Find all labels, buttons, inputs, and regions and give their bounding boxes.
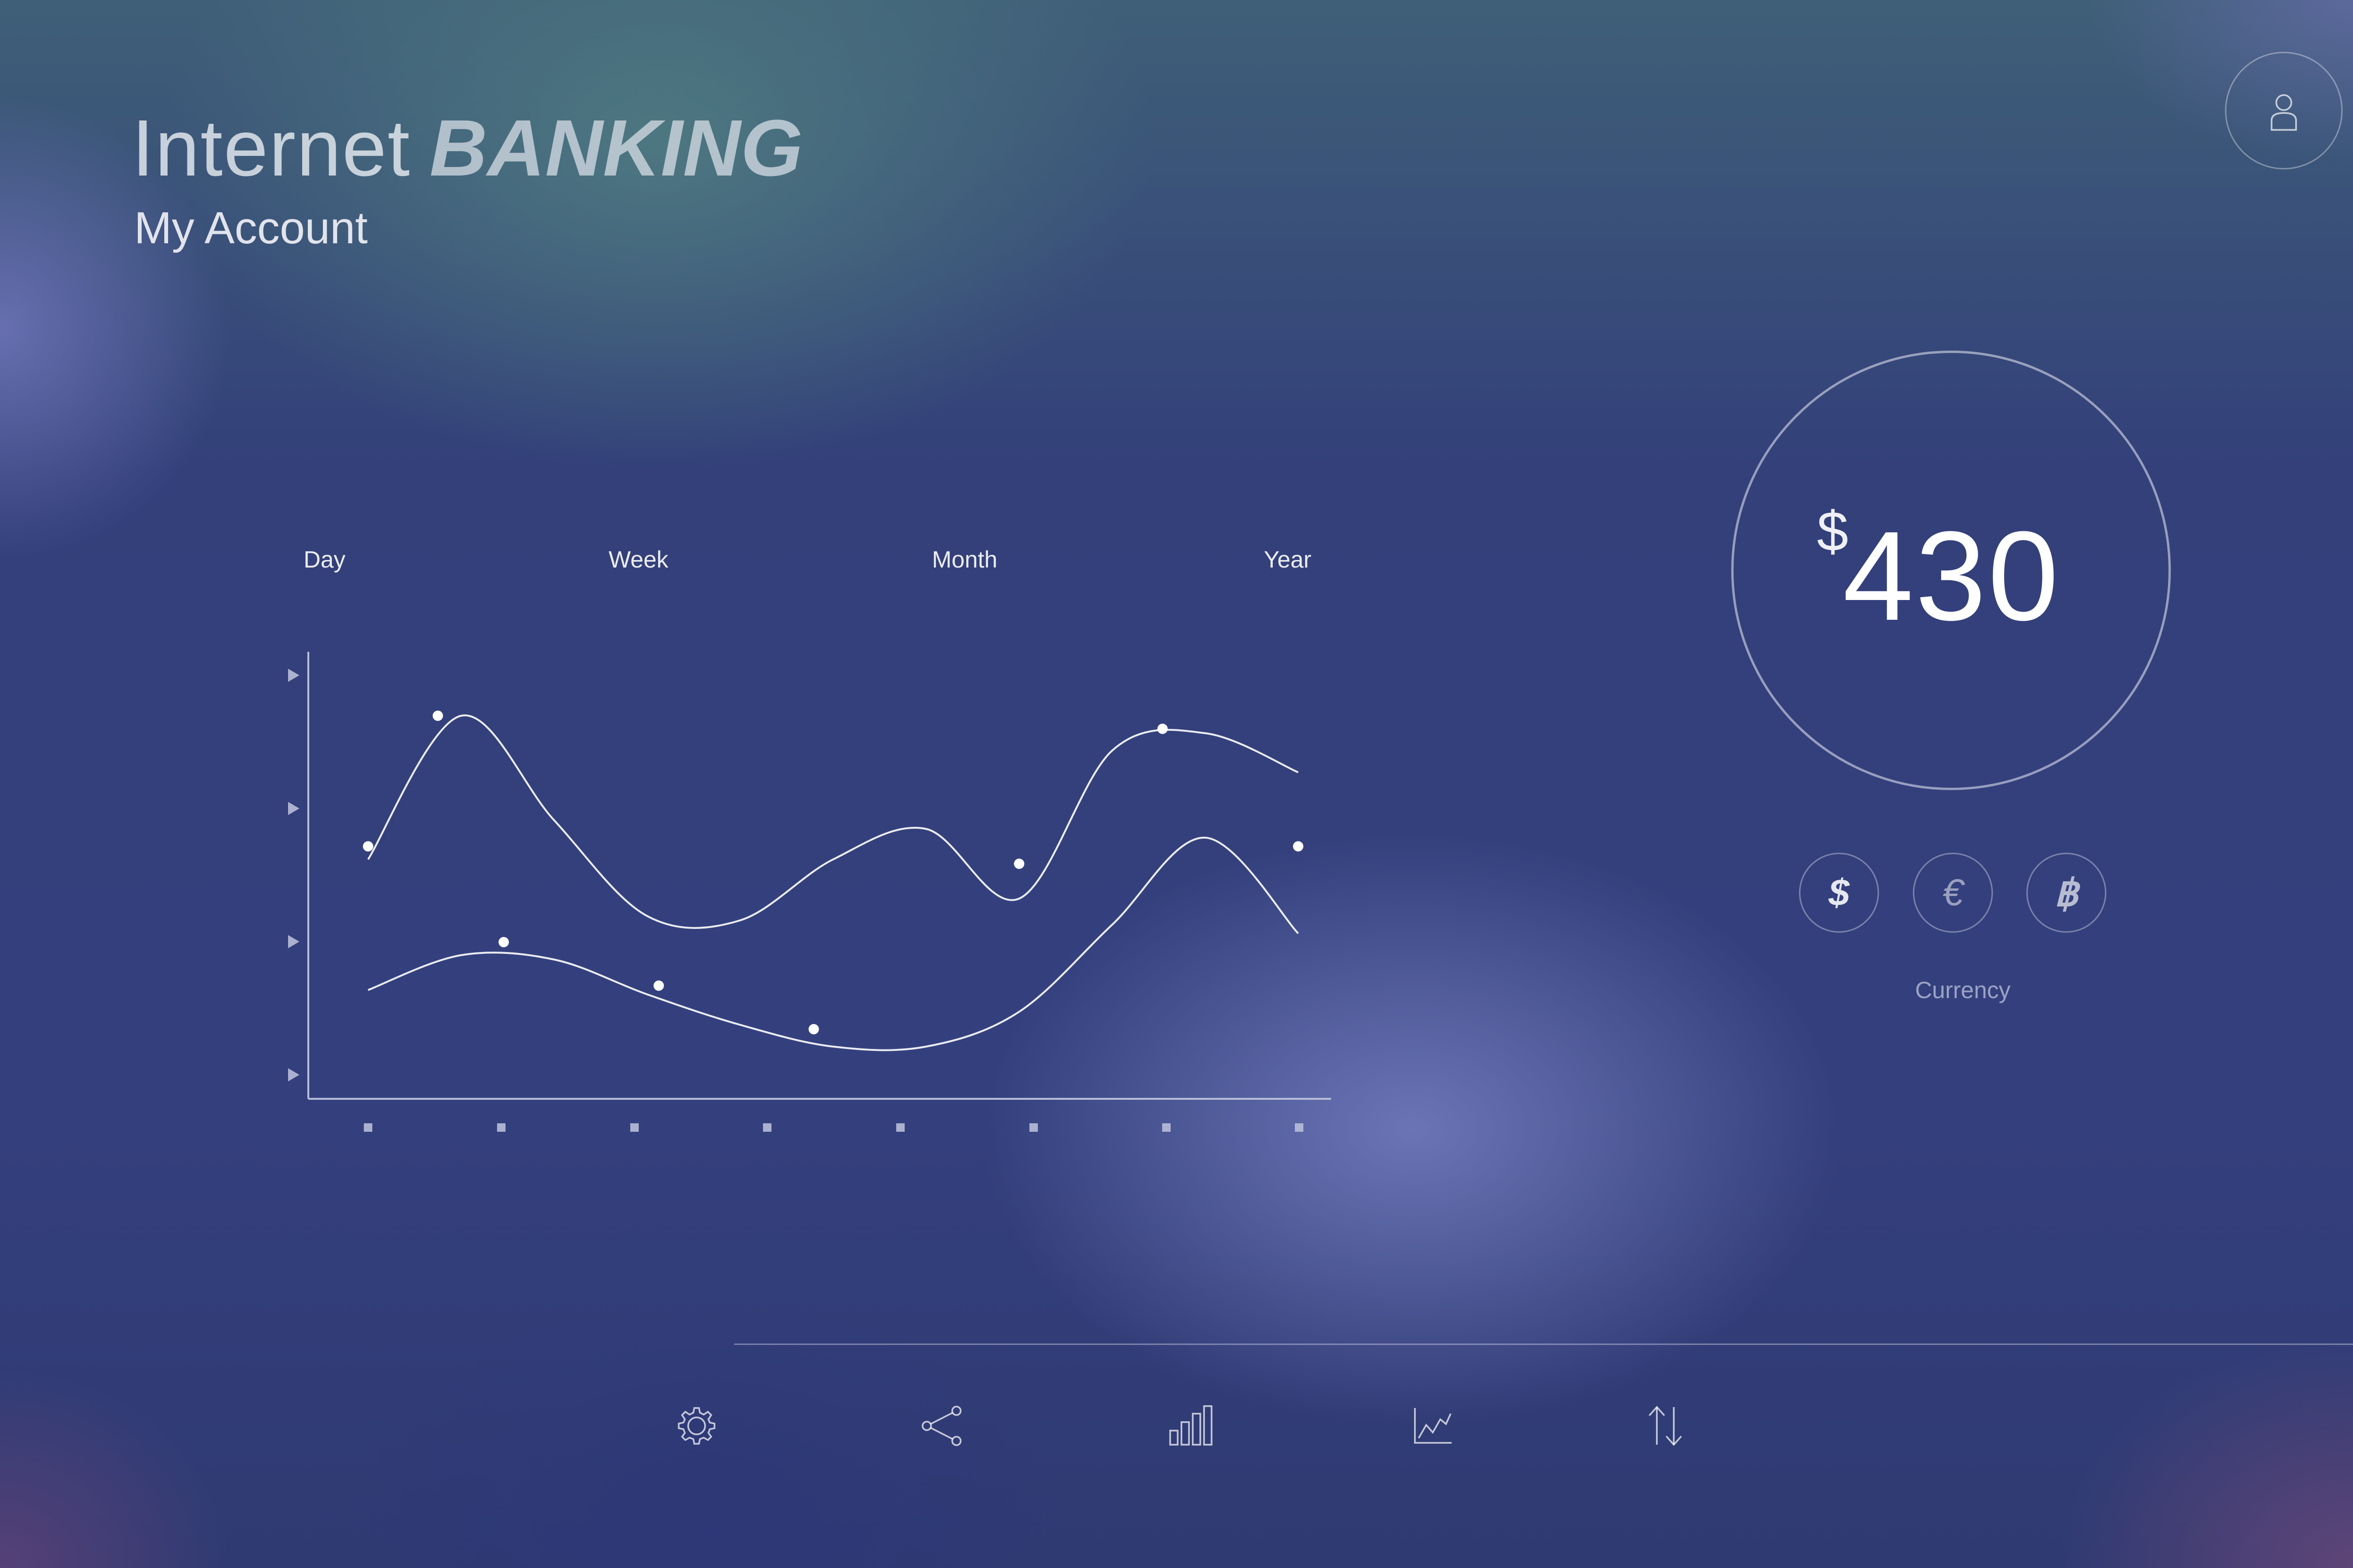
chart-y-ticks	[288, 669, 299, 1081]
chart-y-tick	[288, 669, 299, 682]
balance-amount: 430	[1843, 505, 2061, 647]
chart-y-tick	[288, 802, 299, 815]
chart-x-tick	[364, 1123, 372, 1132]
share-button[interactable]	[914, 1398, 971, 1454]
chart-point	[1014, 858, 1025, 869]
gear-icon	[678, 1407, 715, 1445]
chart-x-tick	[763, 1123, 771, 1132]
transfer-icon	[1648, 1406, 1682, 1446]
transfer-button[interactable]	[1637, 1398, 1694, 1454]
line-chart-icon	[1414, 1408, 1452, 1444]
chart-x-tick	[630, 1123, 639, 1132]
bitcoin-icon: ฿	[2054, 872, 2079, 914]
user-icon	[2271, 94, 2297, 131]
share-icon	[922, 1406, 962, 1446]
dollar-icon: $	[1828, 872, 1850, 913]
tab-year[interactable]: Year	[1264, 546, 1311, 573]
chart-point	[498, 937, 509, 947]
tab-week[interactable]: Week	[609, 546, 668, 573]
currency-dollar-button[interactable]: $	[1799, 853, 1879, 933]
chart-point	[363, 841, 373, 852]
chart-x-tick	[1162, 1123, 1171, 1132]
chart-y-tick	[288, 935, 299, 948]
period-tabs: Day Week Month Year	[0, 546, 1412, 584]
chart-series	[367, 714, 1299, 1051]
balance-line-chart	[288, 652, 1331, 1132]
currency-euro-button[interactable]: €	[1913, 853, 1993, 933]
chart-x-tick	[1295, 1123, 1303, 1132]
chart-point	[808, 1024, 819, 1034]
bar-chart-icon	[1169, 1405, 1213, 1446]
chart-axes	[307, 652, 1331, 1100]
analytics-button[interactable]	[1405, 1398, 1461, 1454]
page-title: Internet BANKING	[132, 108, 803, 188]
settings-button[interactable]	[668, 1398, 725, 1454]
chart-x-tick	[896, 1123, 905, 1132]
nav-divider	[734, 1344, 2353, 1345]
chart-points	[363, 711, 1303, 1034]
currency-label: Currency	[1915, 977, 2011, 1003]
chart-series-line-1	[367, 714, 1299, 929]
title-light-text: Internet	[132, 104, 411, 193]
chart-x-ticks	[364, 1123, 1303, 1132]
title-bold-text: BANKING	[429, 104, 803, 193]
tab-month[interactable]: Month	[932, 546, 997, 573]
chart-y-tick	[288, 1068, 299, 1081]
user-profile-button[interactable]	[2225, 52, 2343, 169]
currency-bitcoin-button[interactable]: ฿	[2026, 853, 2106, 933]
page-subtitle: My Account	[134, 203, 368, 253]
chart-x-tick	[497, 1123, 506, 1132]
chart-point	[1293, 841, 1303, 852]
chart-x-tick	[1029, 1123, 1038, 1132]
chart-point	[433, 711, 443, 721]
statistics-button[interactable]	[1162, 1398, 1218, 1454]
tab-day[interactable]: Day	[304, 546, 345, 573]
euro-icon: €	[1942, 872, 1964, 913]
chart-point	[653, 980, 664, 991]
chart-point	[1157, 723, 1168, 734]
